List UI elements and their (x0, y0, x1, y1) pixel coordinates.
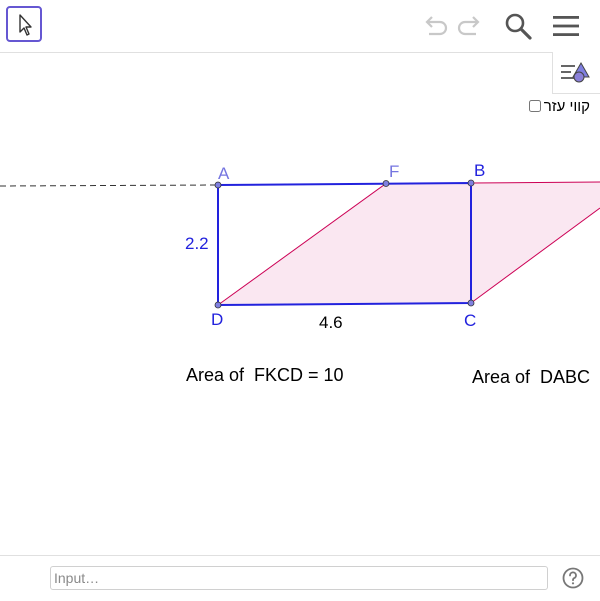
label-c: C (464, 311, 476, 330)
label-b: B (474, 161, 485, 180)
point-f[interactable] (382, 180, 390, 187)
label-length-ad: 2.2 (185, 234, 209, 253)
hamburger-menu-icon[interactable] (550, 10, 582, 42)
graphics-view[interactable]: A F B D C 2.2 4.6 Area of FKCD = 10 Area… (0, 53, 600, 555)
point-c[interactable] (467, 299, 475, 307)
dashed-extension-line (0, 184, 219, 187)
point-d[interactable] (214, 301, 222, 309)
magnifier-icon[interactable] (502, 10, 534, 42)
point-b[interactable] (467, 179, 475, 187)
label-d: D (211, 310, 223, 329)
label-length-dc: 4.6 (319, 313, 343, 332)
label-f: F (389, 162, 399, 181)
algebra-input[interactable] (50, 566, 548, 590)
toolbar (0, 0, 600, 53)
text-area-fkcd: Area of FKCD = 10 (186, 365, 344, 385)
cursor-arrow-icon (19, 14, 32, 36)
text-area-dabc: Area of DABC (472, 367, 590, 387)
label-a: A (218, 164, 230, 183)
redo-icon[interactable] (455, 10, 487, 42)
undo-icon[interactable] (418, 10, 450, 42)
move-tool-button[interactable] (6, 6, 42, 42)
parallelogram-fkcd[interactable] (218, 183, 471, 305)
input-bar (0, 555, 600, 601)
parallelogram-dabc[interactable] (471, 182, 600, 303)
question-mark-icon[interactable] (562, 567, 584, 589)
